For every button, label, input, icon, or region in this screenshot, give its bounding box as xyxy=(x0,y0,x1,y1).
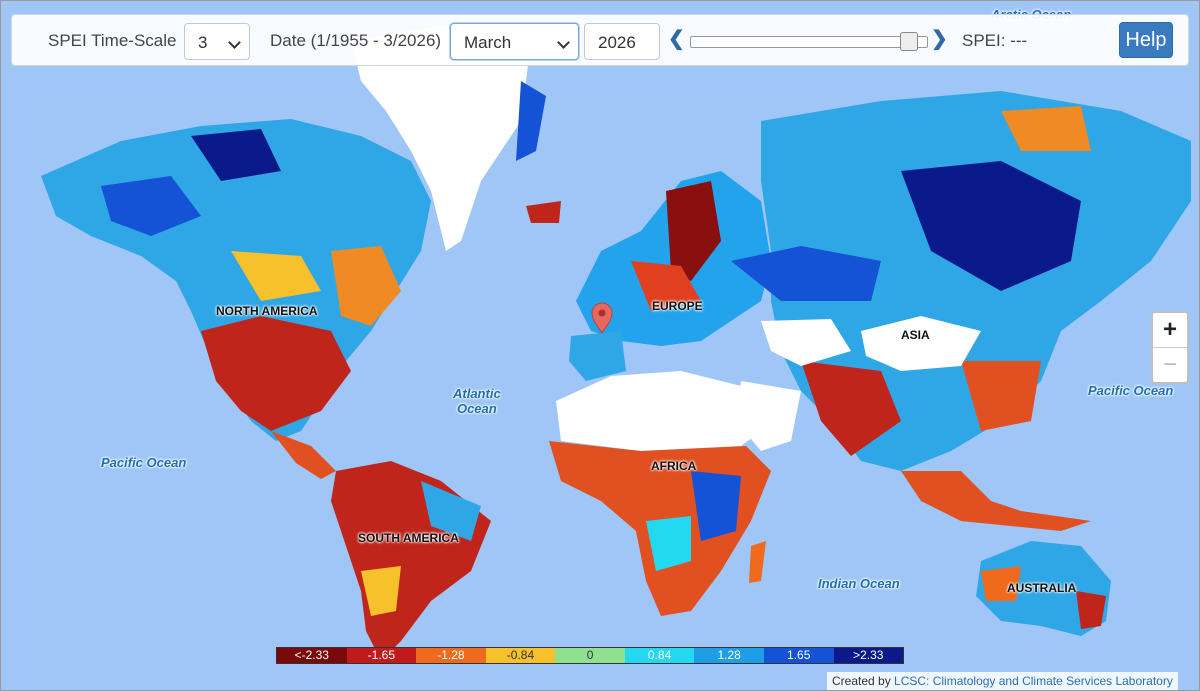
attribution-prefix: Created by xyxy=(832,674,895,688)
timescale-label: SPEI Time-Scale xyxy=(48,31,177,50)
indian-ocean-label: Indian Ocean xyxy=(818,576,900,591)
atlantic-ocean-label-line1: Atlantic xyxy=(453,386,501,401)
legend-item: 1.28 xyxy=(694,648,764,663)
atlantic-ocean-label: Atlantic Ocean xyxy=(453,386,501,416)
legend-item: -1.28 xyxy=(416,648,486,663)
greenland-edge xyxy=(516,81,546,161)
legend-item: 0 xyxy=(555,648,625,663)
slider-handle[interactable] xyxy=(900,32,918,51)
date-label: Date (1/1955 - 3/2026) xyxy=(270,31,442,50)
month-value: March xyxy=(464,33,512,52)
na-drought-region xyxy=(201,316,351,431)
madagascar xyxy=(749,541,766,583)
next-month-icon[interactable]: ❯ xyxy=(931,29,948,49)
se-asia xyxy=(901,471,1091,531)
legend-item: 1.65 xyxy=(763,648,834,663)
legend-item: <-2.33 xyxy=(277,648,347,663)
sahara-nodata xyxy=(556,371,761,451)
legend-item: 0.84 xyxy=(624,648,695,663)
previous-month-icon[interactable]: ❮ xyxy=(668,29,685,49)
year-input[interactable]: 2026 xyxy=(584,23,660,60)
asia-label: ASIA xyxy=(901,328,930,342)
chevron-down-icon xyxy=(557,36,570,49)
control-bar: SPEI Time-Scale 3 Date (1/1955 - 3/2026)… xyxy=(11,14,1189,66)
africa-label: AFRICA xyxy=(651,459,697,473)
app-frame: Arctic Ocean Atlantic Ocean Pacific Ocea… xyxy=(0,0,1200,691)
legend-item: -0.84 xyxy=(485,648,556,663)
central-america xyxy=(271,431,336,479)
help-button[interactable]: Help xyxy=(1119,22,1173,58)
date-slider[interactable] xyxy=(690,32,928,51)
pacific-ocean-east-label: Pacific Ocean xyxy=(1088,383,1174,398)
spei-map[interactable]: Arctic Ocean Atlantic Ocean Pacific Ocea… xyxy=(1,1,1199,690)
legend-item: -1.65 xyxy=(346,648,417,663)
south-america-label: SOUTH AMERICA xyxy=(358,531,459,545)
europe-label: EUROPE xyxy=(652,299,703,313)
attribution-link[interactable]: LCSC: Climatology and Climate Services L… xyxy=(894,674,1173,688)
spei-readout: SPEI: --- xyxy=(962,31,1028,50)
chevron-down-icon xyxy=(228,36,241,49)
timescale-select[interactable]: 3 xyxy=(184,23,250,60)
attribution: Created by LCSC: Climatology and Climate… xyxy=(827,672,1178,690)
north-america-label: NORTH AMERICA xyxy=(216,304,318,318)
pacific-ocean-west-label: Pacific Ocean xyxy=(101,455,187,470)
zoom-out-button[interactable]: − xyxy=(1153,347,1187,382)
timescale-value: 3 xyxy=(198,33,208,52)
iceland xyxy=(526,201,561,223)
iberia xyxy=(569,331,626,381)
south-america-landmass xyxy=(331,461,491,661)
month-select[interactable]: March xyxy=(450,23,579,60)
zoom-in-button[interactable]: + xyxy=(1153,313,1187,347)
legend-item: >2.33 xyxy=(833,648,904,663)
atlantic-ocean-label-line2: Ocean xyxy=(456,401,497,416)
australia-label: AUSTRALIA xyxy=(1007,581,1077,595)
spei-legend: <-2.33 -1.65 -1.28 -0.84 0 0.84 1.28 1.65 >2.33 xyxy=(276,647,904,664)
zoom-control: + − xyxy=(1151,311,1189,384)
